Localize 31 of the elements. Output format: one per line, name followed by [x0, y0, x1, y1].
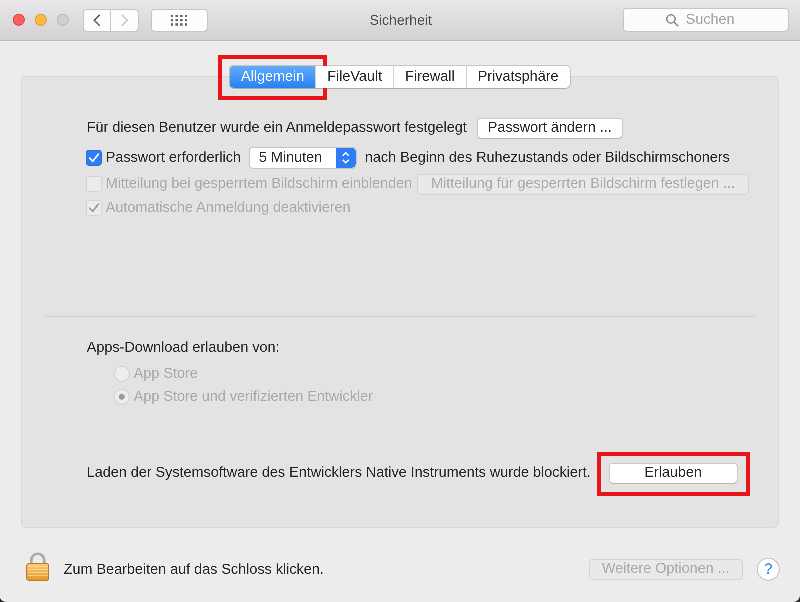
show-all-button[interactable] [151, 8, 208, 32]
grid-icon [171, 14, 188, 26]
checkbox-label: Automatische Anmeldung deaktivieren [106, 200, 351, 216]
tab[interactable]: Firewall [393, 66, 466, 88]
zoom-button[interactable] [57, 14, 69, 26]
checkbox-label: Passwort erforderlich [106, 150, 242, 166]
up-down-chevron-icon [336, 148, 356, 168]
lock-hint-text: Zum Bearbeiten auf das Schloss klicken. [64, 562, 324, 578]
blocked-software-text: Laden der Systemsoftware des Entwicklers Native Instruments wurde blockiert. [87, 465, 591, 481]
chevron-right-icon [120, 14, 128, 26]
password-status-text: Für diesen Benutzer wurde ein Anmeldepasswort festgelegt [87, 120, 467, 136]
search-field[interactable]: Suchen [623, 8, 789, 32]
allow-button[interactable]: Erlauben [608, 462, 738, 484]
window-title: Sicherheit [370, 12, 432, 28]
tab[interactable]: FileVault [315, 66, 394, 88]
radio-label: App Store [134, 366, 198, 382]
lock-icon[interactable] [26, 552, 50, 580]
tab[interactable]: Privatsphäre [466, 66, 570, 88]
option-description: nach Beginn des Ruhezustands oder Bildschirmschoners [365, 150, 730, 166]
checkbox-label: Mitteilung bei gesperrtem Bildschirm einblenden [106, 176, 412, 192]
help-button[interactable]: ? [757, 558, 780, 580]
chevron-left-icon [93, 14, 101, 26]
change-password-button[interactable]: Passwort ändern ... [476, 118, 623, 138]
checkbox[interactable] [86, 150, 102, 166]
search-icon [666, 14, 679, 27]
close-button[interactable] [13, 14, 25, 26]
radio-label: App Store und verifizierten Entwickler [134, 389, 374, 405]
minimize-button[interactable] [35, 14, 47, 26]
back-button[interactable] [83, 8, 111, 32]
section-label: Apps-Download erlauben von: [87, 340, 280, 356]
popup-button[interactable]: 5 Minuten [249, 147, 358, 169]
